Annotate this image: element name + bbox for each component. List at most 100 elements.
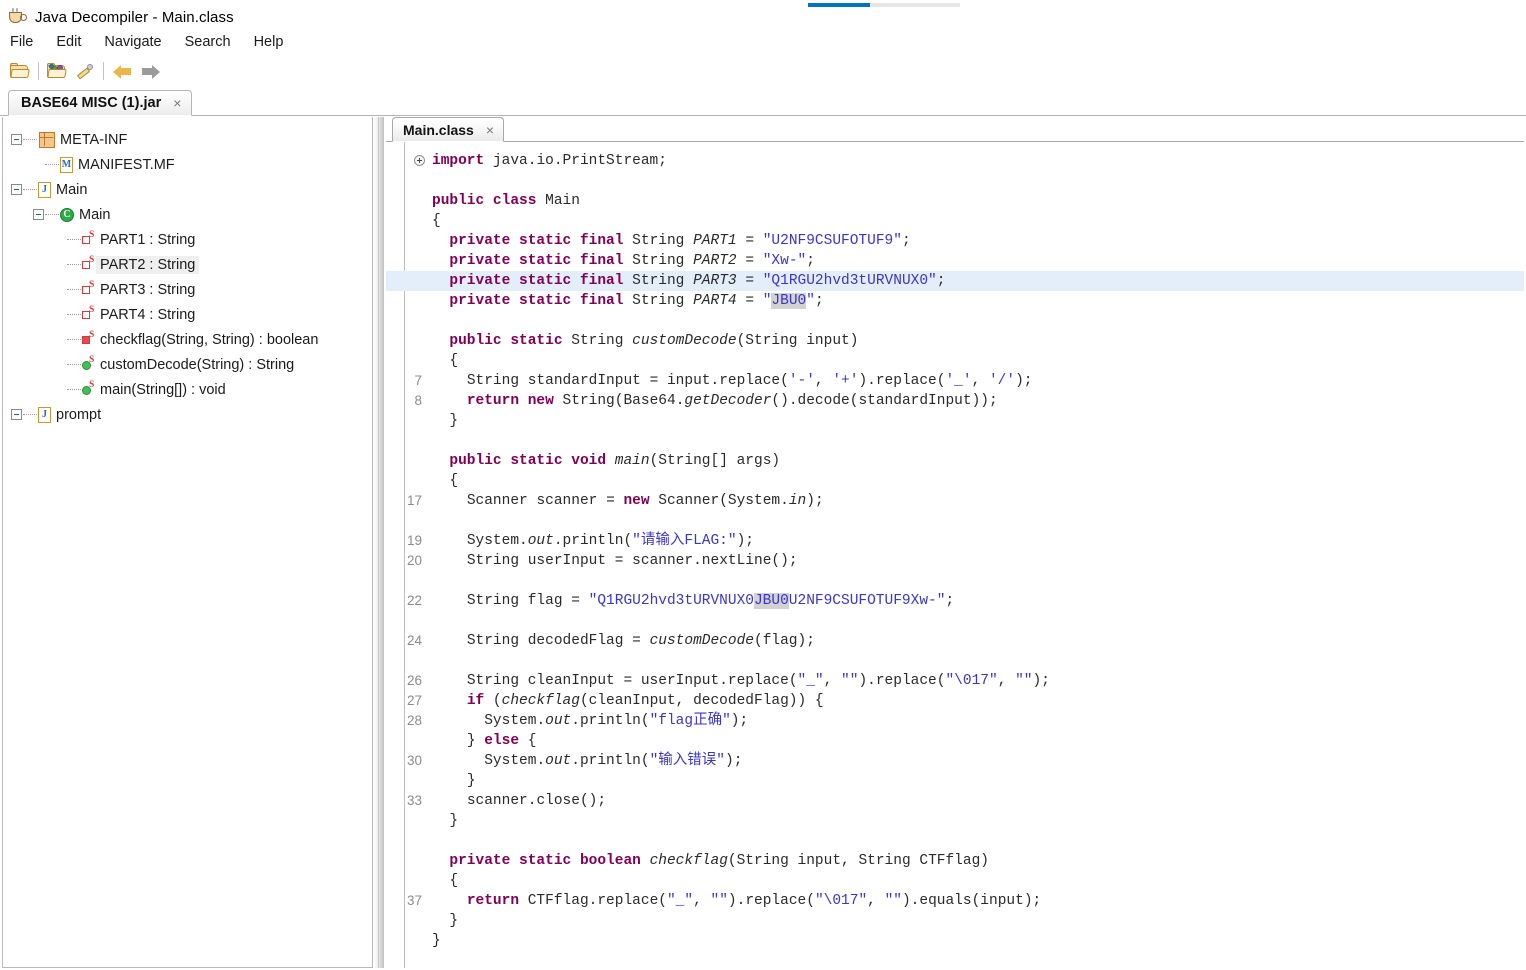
code-line[interactable]: private static final String PART4 = "JBU… [386, 291, 1524, 311]
code-line-text: String userInput = scanner.nextLine(); [466, 553, 798, 569]
code-line-text: Scanner scanner = new Scanner(System.in)… [466, 493, 824, 509]
code-line[interactable]: } else { [386, 731, 1524, 751]
code-line-text: } [449, 913, 459, 929]
jar-tab-strip: BASE64 MISC (1).jar × [0, 88, 1526, 116]
code-line[interactable]: public static void main(String[] args) [386, 451, 1524, 471]
code-line[interactable]: private static final String PART3 = "Q1R… [386, 271, 1524, 291]
expander-collapse-icon[interactable] [33, 209, 44, 220]
close-icon[interactable]: × [486, 123, 494, 137]
code-line[interactable]: 24 String decodedFlag = customDecode(fla… [386, 631, 1524, 651]
code-line[interactable] [386, 831, 1524, 851]
code-line[interactable] [386, 431, 1524, 451]
tree-node-main[interactable]: C Main [11, 202, 372, 227]
search-button[interactable] [71, 58, 99, 84]
back-button[interactable] [108, 58, 136, 84]
static-field-icon: S [82, 255, 95, 271]
code-line[interactable]: } [386, 811, 1524, 831]
expander-collapse-icon[interactable] [11, 184, 22, 195]
code-line[interactable]: 28 System.out.println("flag正确"); [386, 711, 1524, 731]
code-line[interactable]: private static final String PART2 = "Xw-… [386, 251, 1524, 271]
code-line-text: } [449, 413, 459, 429]
code-line[interactable]: import java.io.PrintStream; [386, 151, 1524, 171]
code-line[interactable]: { [386, 211, 1524, 231]
code-line[interactable] [386, 311, 1524, 331]
code-line[interactable]: 33 scanner.close(); [386, 791, 1524, 811]
tree-node-customdecode[interactable]: ScustomDecode(String) : String [11, 352, 372, 377]
menu-item-search[interactable]: Search [185, 32, 244, 52]
open-type-button[interactable] [43, 58, 71, 84]
tree-connector [23, 138, 37, 141]
code-line[interactable] [386, 651, 1524, 671]
code-line[interactable]: 26 String cleanInput = userInput.replace… [386, 671, 1524, 691]
code-line[interactable]: public class Main [386, 191, 1524, 211]
code-line[interactable]: } [386, 771, 1524, 791]
code-line[interactable]: { [386, 351, 1524, 371]
tree-node-checkflag[interactable]: Scheckflag(String, String) : boolean [11, 327, 372, 352]
code-line-text: } [466, 773, 476, 789]
close-icon[interactable]: × [173, 96, 181, 110]
jar-tab-underline [0, 115, 1526, 116]
code-line[interactable]: public static String customDecode(String… [386, 331, 1524, 351]
tree-node-label: Main [56, 181, 88, 198]
expander-collapse-icon[interactable] [11, 134, 22, 145]
open-file-button[interactable] [6, 58, 34, 84]
code-line[interactable]: 30 System.out.println("输入错误"); [386, 751, 1524, 771]
tree-connector [23, 188, 37, 191]
menu-item-help[interactable]: Help [254, 32, 297, 52]
code-line-text: String flag = "Q1RGU2hvd3tURVNUX0JBU0U2N… [466, 593, 955, 609]
code-line-text: } else { [466, 733, 537, 749]
jar-tab-base64-misc[interactable]: BASE64 MISC (1).jar × [8, 90, 193, 116]
code-line[interactable] [386, 511, 1524, 531]
pane-splitter[interactable] [374, 117, 384, 968]
code-line[interactable]: private static final String PART1 = "U2N… [386, 231, 1524, 251]
code-line[interactable]: 17 Scanner scanner = new Scanner(System.… [386, 491, 1524, 511]
fold-expand-icon[interactable] [414, 155, 425, 166]
code-line[interactable]: 8 return new String(Base64.getDecoder().… [386, 391, 1524, 411]
code-line[interactable]: 27 if (checkflag(cleanInput, decodedFlag… [386, 691, 1524, 711]
code-line[interactable]: 22 String flag = "Q1RGU2hvd3tURVNUX0JBU0… [386, 591, 1524, 611]
expander-collapse-icon[interactable] [11, 409, 22, 420]
editor-body[interactable]: import java.io.PrintStream; public class … [386, 142, 1524, 968]
editor-tab-main-class[interactable]: Main.class × [392, 117, 505, 142]
package-tree-pane[interactable]: META-INF M MANIFEST.MF J Main C Main S PART1 : S… [2, 117, 373, 968]
code-line[interactable] [386, 611, 1524, 631]
tree-node-meta-inf[interactable]: META-INF [11, 127, 372, 152]
tree-node-label: PART1 : String [100, 231, 196, 248]
code-line[interactable]: private static boolean checkflag(String … [386, 851, 1524, 871]
tree-node-part4[interactable]: S PART4 : String [11, 302, 372, 327]
tree-node-manifest-mf[interactable]: M MANIFEST.MF [11, 152, 372, 177]
tree-node-part2[interactable]: S PART2 : String [11, 252, 372, 277]
code-line[interactable]: 20 String userInput = scanner.nextLine()… [386, 551, 1524, 571]
tree-node-main[interactable]: J Main [11, 177, 372, 202]
menu-item-navigate[interactable]: Navigate [104, 32, 174, 52]
code-area[interactable]: import java.io.PrintStream; public class … [386, 142, 1524, 968]
code-line[interactable]: } [386, 411, 1524, 431]
code-line[interactable]: } [386, 911, 1524, 931]
code-line-text: { [449, 873, 459, 889]
menu-item-file[interactable]: File [10, 32, 46, 52]
jar-tab-label: BASE64 MISC (1).jar [21, 95, 162, 111]
code-line[interactable]: 7 String standardInput = input.replace('… [386, 371, 1524, 391]
code-line[interactable]: } [386, 931, 1524, 951]
forward-arrow-icon [141, 64, 160, 79]
tree-node-main[interactable]: Smain(String[]) : void [11, 377, 372, 402]
tree-node-part3[interactable]: S PART3 : String [11, 277, 372, 302]
menu-item-edit[interactable]: Edit [56, 32, 94, 52]
code-line[interactable]: { [386, 471, 1524, 491]
java-file-icon: J [38, 406, 51, 423]
code-line[interactable] [386, 571, 1524, 591]
line-number: 24 [406, 633, 422, 648]
code-line-text: return new String(Base64.getDecoder().de… [466, 393, 998, 409]
code-line[interactable]: 19 System.out.println("请输入FLAG:"); [386, 531, 1524, 551]
tree-node-part1[interactable]: S PART1 : String [11, 227, 372, 252]
line-number: 28 [406, 713, 422, 728]
public-static-method-icon: S [82, 380, 95, 396]
code-line-text: import java.io.PrintStream; [432, 153, 667, 169]
tree-node-prompt[interactable]: Jprompt [11, 402, 372, 427]
code-line-text: } [432, 933, 441, 949]
forward-button[interactable] [136, 58, 164, 84]
code-line[interactable]: { [386, 871, 1524, 891]
code-line[interactable]: 37 return CTFflag.replace("_", "").repla… [386, 891, 1524, 911]
code-line[interactable] [386, 171, 1524, 191]
search-pen-icon [75, 63, 95, 80]
